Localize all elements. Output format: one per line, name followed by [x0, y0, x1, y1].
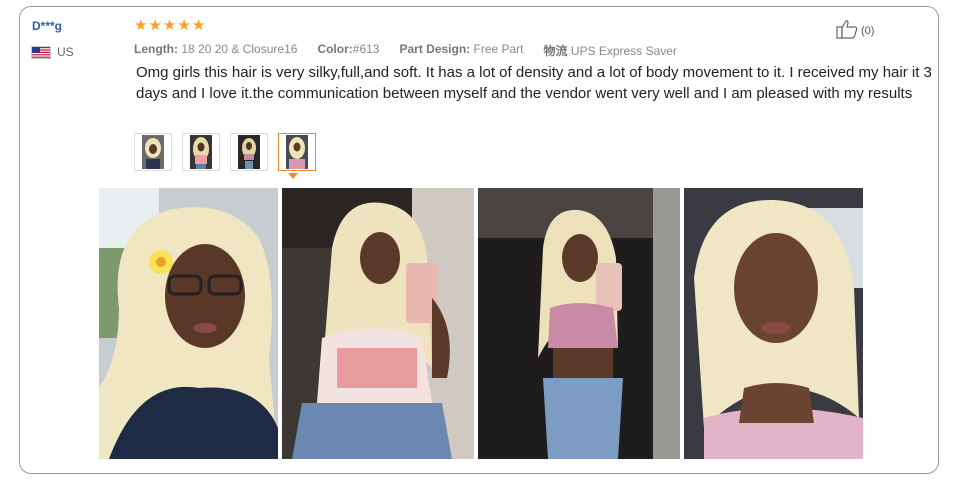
attribute-value: 18 20 20 & Closure16	[181, 42, 298, 56]
thumbnail-2[interactable]	[182, 133, 220, 171]
product-attributes: Length: 18 20 20 & Closure16 Color:#613 …	[134, 42, 677, 59]
review-photo-3[interactable]	[478, 188, 680, 459]
reviewer-country: US	[31, 45, 74, 59]
attribute-shipping: 物流 UPS Express Saver	[544, 42, 677, 59]
attribute-value: Free Part	[473, 42, 524, 56]
star-icon: ★	[148, 17, 162, 34]
attribute-color: Color:#613	[317, 42, 379, 59]
attribute-label: 物流	[543, 44, 568, 58]
attribute-part-design: Part Design: Free Part	[399, 42, 523, 59]
thumbnail-strip	[134, 133, 316, 171]
us-flag-icon	[31, 45, 51, 59]
attribute-label: Part Design:	[399, 42, 471, 56]
star-rating: ★ ★ ★ ★ ★	[134, 18, 205, 34]
attribute-value: #613	[352, 42, 380, 56]
thumbs-up-icon	[836, 19, 858, 42]
attribute-value: UPS Express Saver	[570, 44, 677, 58]
selected-thumbnail-indicator	[288, 173, 298, 179]
review-photo-1[interactable]	[99, 188, 278, 459]
review-photo-2[interactable]	[282, 188, 474, 459]
country-code: US	[57, 45, 74, 59]
thumbnail-4[interactable]	[278, 133, 316, 171]
helpful-count: (0)	[861, 24, 875, 37]
star-icon: ★	[191, 17, 206, 34]
star-icon: ★	[177, 17, 191, 34]
attribute-label: Length:	[134, 42, 178, 56]
review-text: Omg girls this hair is very silky,full,a…	[136, 64, 932, 102]
thumbnail-image	[238, 135, 260, 169]
review-photo-4[interactable]	[684, 188, 863, 459]
helpful-button[interactable]: (0)	[836, 19, 874, 42]
thumbnail-image	[142, 135, 164, 169]
reviewer-name: D***g	[32, 19, 63, 33]
attribute-length: Length: 18 20 20 & Closure16	[134, 42, 297, 59]
thumbnail-1[interactable]	[134, 133, 172, 171]
thumbnail-image	[190, 135, 212, 169]
thumbnail-3[interactable]	[230, 133, 268, 171]
attribute-label: Color:	[317, 42, 353, 56]
thumbnail-image	[286, 135, 308, 169]
star-icon: ★	[162, 17, 177, 34]
star-icon: ★	[134, 17, 148, 34]
